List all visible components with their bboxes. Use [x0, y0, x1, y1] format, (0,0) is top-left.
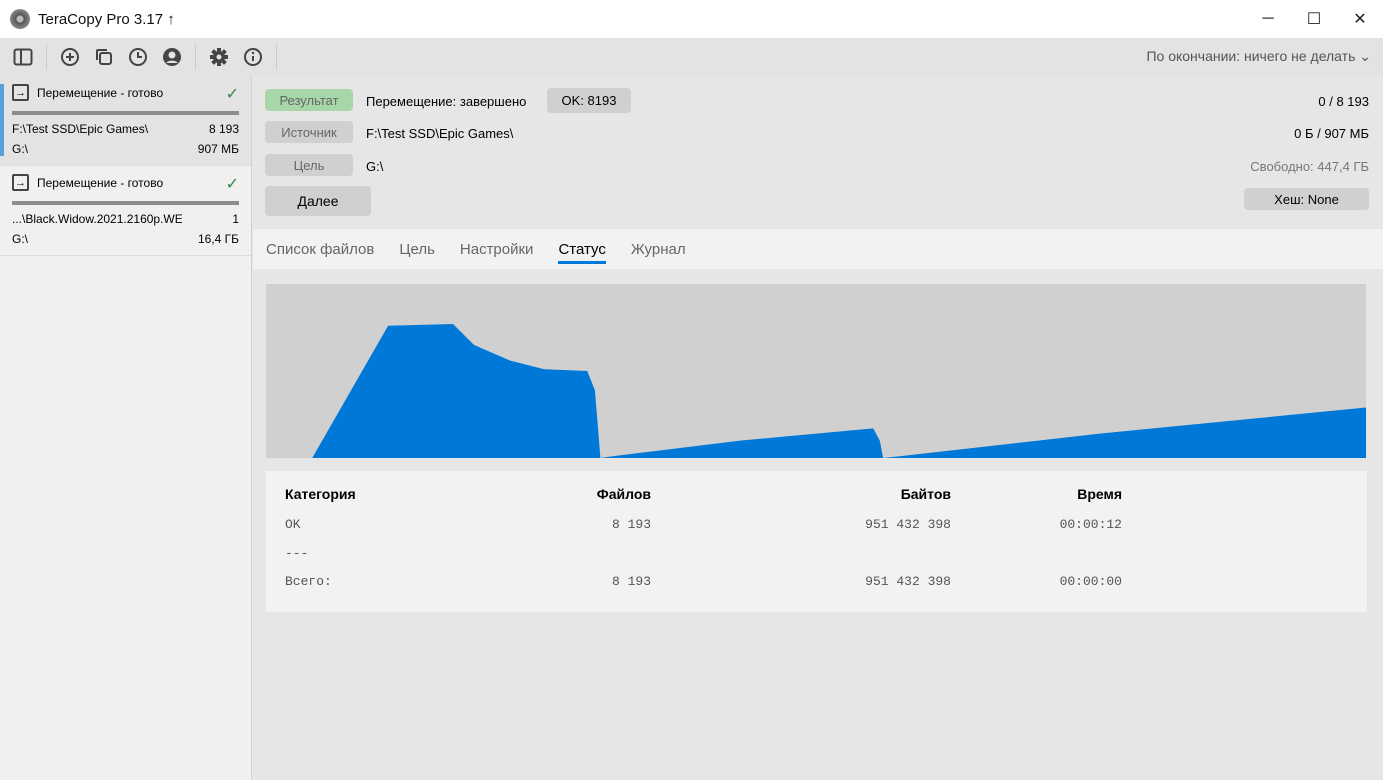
- window-title: TeraCopy Pro 3.17 ↑: [38, 10, 175, 28]
- job-source: F:\Test SSD\Epic Games\: [12, 122, 149, 136]
- job-count: 8 193: [208, 122, 239, 136]
- job-title: Перемещение - готово: [37, 175, 164, 190]
- account-icon[interactable]: [159, 44, 185, 70]
- job-count: 1: [232, 212, 239, 226]
- next-button[interactable]: Далее: [265, 186, 371, 216]
- check-icon: ✓: [225, 86, 239, 103]
- target-label: Цель: [265, 154, 353, 176]
- stats-cell: 00:00:00: [1059, 574, 1122, 589]
- job-source: ...\Black.Widow.2021.2160p.WEB: [12, 212, 182, 226]
- title-bar: TeraCopy Pro 3.17 ↑ ─ ☐ ✕: [0, 0, 1383, 38]
- check-icon: ✓: [225, 176, 239, 193]
- header-files: Файлов: [596, 486, 651, 502]
- ok-badge[interactable]: OK: 8193: [547, 88, 631, 113]
- result-value: Перемещение: завершено: [366, 94, 527, 109]
- minimize-button[interactable]: ─: [1245, 0, 1291, 38]
- history-icon[interactable]: [125, 44, 151, 70]
- app-logo-icon: [10, 9, 30, 29]
- result-label: Результат: [265, 89, 353, 111]
- stats-cell: 951 432 398: [865, 517, 951, 532]
- job-size: 16,4 ГБ: [197, 232, 239, 246]
- job-progress-bar: [12, 201, 239, 205]
- stats-cell: Всего:: [285, 574, 332, 589]
- job-list: → Перемещение - готово ✓ F:\Test SSD\Epic…: [0, 76, 252, 780]
- stats-cell: 951 432 398: [865, 574, 951, 589]
- copy-icon[interactable]: [91, 44, 117, 70]
- tab-target[interactable]: Цель: [399, 237, 435, 262]
- add-icon[interactable]: [57, 44, 83, 70]
- move-icon: →: [12, 84, 29, 101]
- speed-area: [266, 324, 1366, 458]
- chevron-down-icon: ⌄: [1359, 48, 1371, 64]
- stats-cell: 00:00:12: [1059, 517, 1122, 532]
- job-progress-bar: [12, 111, 239, 115]
- move-icon: →: [12, 174, 29, 191]
- speed-chart-svg: [266, 324, 1366, 458]
- bytes-progress: 0 Б / 907 МБ: [1294, 126, 1369, 141]
- tab-bar: Список файлов Цель Настройки Статус Журн…: [253, 229, 1383, 269]
- files-progress: 0 / 8 193: [1318, 94, 1369, 109]
- job-item[interactable]: → Перемещение - готово ✓ F:\Test SSD\Epic…: [0, 76, 251, 166]
- header-category: Категория: [285, 486, 356, 502]
- stats-table: Категория Файлов Байтов Время OK 8 193 951…: [266, 471, 1367, 612]
- tab-log[interactable]: Журнал: [631, 237, 686, 262]
- tab-status[interactable]: Статус: [558, 237, 607, 264]
- source-label: Источник: [265, 121, 353, 143]
- after-completion-dropdown[interactable]: По окончании: ничего не делать ⌄: [1146, 48, 1371, 65]
- panel-icon[interactable]: [10, 44, 36, 70]
- stats-cell: 8 193: [611, 574, 651, 589]
- free-space: Свободно: 447,4 ГБ: [1250, 159, 1369, 174]
- hash-button[interactable]: Хеш: None: [1244, 188, 1369, 210]
- source-value: F:\Test SSD\Epic Games\: [366, 126, 514, 141]
- job-target: G:\: [12, 232, 29, 246]
- job-title: Перемещение - готово: [37, 85, 164, 100]
- after-completion-label: По окончании: ничего не делать: [1146, 48, 1356, 64]
- job-target: G:\: [12, 142, 29, 156]
- tab-file-list[interactable]: Список файлов: [266, 237, 374, 262]
- job-item[interactable]: → Перемещение - готово ✓ ...\Black.Widow.…: [0, 166, 251, 256]
- header-time: Время: [1077, 486, 1122, 502]
- tab-settings[interactable]: Настройки: [460, 237, 534, 262]
- stats-cell: 8 193: [611, 517, 651, 532]
- gear-icon[interactable]: [206, 44, 232, 70]
- target-value: G:\: [366, 159, 384, 174]
- stats-cell: ---: [285, 546, 309, 561]
- maximize-button[interactable]: ☐: [1291, 0, 1337, 38]
- stats-cell: OK: [285, 517, 301, 532]
- speed-chart: [266, 284, 1366, 458]
- info-icon[interactable]: [240, 44, 266, 70]
- job-size: 907 МБ: [197, 142, 239, 156]
- close-button[interactable]: ✕: [1337, 0, 1383, 38]
- header-bytes: Байтов: [900, 486, 951, 502]
